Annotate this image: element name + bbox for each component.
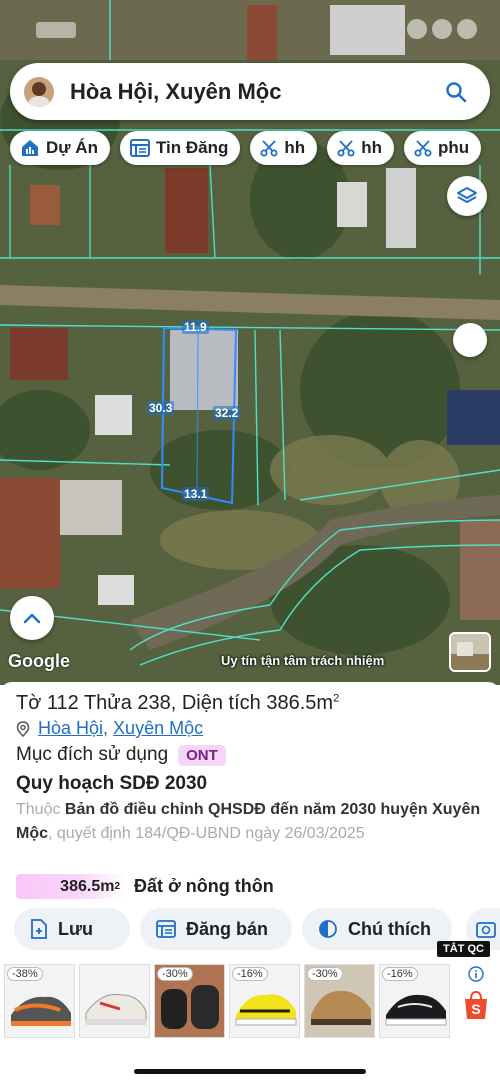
app-screen: 11.9 30.3 32.2 13.1 Hòa Hội, Xuyên Mộc D… bbox=[0, 0, 500, 1080]
ad-product[interactable]: -16% bbox=[379, 964, 450, 1038]
save-button[interactable]: Lưu bbox=[14, 908, 130, 950]
plot-dim-right: 32.2 bbox=[213, 406, 241, 420]
location-separator: , bbox=[103, 718, 114, 738]
avatar[interactable] bbox=[24, 76, 54, 107]
post-sale-label: Đăng bán bbox=[186, 918, 269, 939]
chip-tin-dang[interactable]: Tin Đăng bbox=[119, 131, 241, 165]
layers-icon bbox=[457, 187, 477, 203]
status-icon-1 bbox=[407, 19, 427, 39]
chip-label: Dự Án bbox=[46, 138, 98, 157]
ad-product[interactable]: -30% bbox=[154, 964, 225, 1038]
land-type-label: Đất ở nông thôn bbox=[134, 876, 274, 896]
save-label: Lưu bbox=[58, 918, 94, 939]
purpose-label: Mục đích sử dụng bbox=[16, 744, 169, 765]
plan-description: Thuộc Bản đồ điều chỉnh QHSDĐ đến năm 20… bbox=[16, 798, 486, 846]
chip-label: hh bbox=[361, 138, 382, 157]
chevron-up-icon bbox=[23, 613, 41, 624]
area-unit-sup: 2 bbox=[114, 881, 120, 892]
filter-chips: Dự Án Tin Đăng hh hh phu bbox=[10, 131, 482, 165]
expand-up-button[interactable] bbox=[10, 596, 54, 640]
listing-icon bbox=[156, 920, 176, 938]
commune-link[interactable]: Hòa Hội bbox=[38, 718, 103, 739]
plot-dim-top: 11.9 bbox=[182, 320, 209, 334]
land-use-purpose: Mục đích sử dụng ONT bbox=[16, 744, 226, 766]
discount-badge: -30% bbox=[307, 967, 343, 981]
ad-shop-logo[interactable]: S bbox=[452, 964, 500, 1038]
purpose-code-badge: ONT bbox=[178, 744, 226, 766]
discount-badge: -16% bbox=[232, 967, 268, 981]
search-bar[interactable]: Hòa Hội, Xuyên Mộc bbox=[10, 63, 490, 120]
chip-hh-2[interactable]: hh bbox=[327, 131, 394, 165]
action-buttons: Lưu Đăng bán Chú thích bbox=[14, 908, 452, 950]
satellite-map[interactable]: 11.9 30.3 32.2 13.1 Hòa Hội, Xuyên Mộc D… bbox=[0, 0, 500, 685]
save-add-icon bbox=[31, 919, 47, 939]
turn-off-ads-button[interactable]: TẮT QC bbox=[437, 941, 490, 957]
plot-dim-left: 30.3 bbox=[147, 401, 175, 415]
district-link[interactable]: Xuyên Mộc bbox=[113, 718, 203, 739]
legend-button[interactable]: Chú thích bbox=[302, 908, 452, 950]
svg-text:S: S bbox=[471, 1001, 480, 1017]
camera-add-icon bbox=[476, 922, 496, 938]
search-location-text[interactable]: Hòa Hội, Xuyên Mộc bbox=[70, 79, 436, 105]
post-sale-button[interactable]: Đăng bán bbox=[140, 908, 292, 950]
home-chart-icon bbox=[22, 140, 38, 156]
parcel-info-panel: Tờ 112 Thửa 238, Diện tích 386.5m2 Hòa H… bbox=[0, 682, 500, 1080]
map-watermark: Uy tín tận tâm trách nhiệm bbox=[221, 653, 385, 668]
area-value: 386.5m bbox=[60, 877, 115, 895]
scissors-icon bbox=[260, 140, 278, 157]
discount-badge: -38% bbox=[7, 967, 43, 981]
legend-label: Chú thích bbox=[348, 918, 431, 939]
home-indicator[interactable] bbox=[134, 1069, 366, 1074]
google-logo: Google bbox=[8, 651, 70, 671]
chip-du-an[interactable]: Dự Án bbox=[10, 131, 110, 165]
parcel-location: Hòa Hội, Xuyên Mộc bbox=[16, 718, 203, 739]
chip-phu[interactable]: phu bbox=[403, 131, 482, 165]
ad-banner[interactable]: -38% -30% -16% -30% -16% bbox=[0, 964, 500, 1042]
status-icon-2 bbox=[432, 19, 452, 39]
ad-product[interactable]: -16% bbox=[229, 964, 300, 1038]
chip-label: hh bbox=[284, 138, 306, 157]
plot-dim-bottom: 13.1 bbox=[182, 487, 210, 501]
parcel-title: Tờ 112 Thửa 238, Diện tích 386.5m2 bbox=[16, 692, 339, 715]
ad-product[interactable] bbox=[79, 964, 150, 1038]
status-bar-icons bbox=[407, 19, 477, 39]
discount-badge: -16% bbox=[382, 967, 418, 981]
plan-title: Quy hoạch SDĐ 2030 bbox=[16, 773, 208, 794]
scissors-icon bbox=[414, 140, 432, 157]
location-pin-icon bbox=[16, 720, 30, 737]
shopee-bag-icon: S bbox=[465, 990, 487, 1019]
half-circle-icon bbox=[319, 920, 337, 938]
chip-label: phu bbox=[437, 138, 470, 157]
map-handle-button[interactable] bbox=[453, 323, 487, 357]
scissors-icon bbox=[337, 140, 355, 157]
chip-label: Tin Đăng bbox=[155, 138, 229, 157]
status-icon-3 bbox=[457, 19, 477, 39]
area-badge: 386.5m 2 bbox=[16, 874, 126, 899]
plan-decision: , quyết định 184/QĐ-UBND ngày 26/03/2025 bbox=[48, 825, 365, 842]
list-icon bbox=[129, 139, 150, 157]
ad-product[interactable]: -30% bbox=[304, 964, 375, 1038]
layers-button[interactable] bbox=[447, 176, 487, 216]
plan-desc-prefix: Thuộc bbox=[16, 801, 65, 818]
discount-badge: -30% bbox=[157, 967, 193, 981]
ad-product[interactable]: -38% bbox=[4, 964, 75, 1038]
info-icon bbox=[468, 966, 484, 982]
parcel-title-text: Tờ 112 Thửa 238, Diện tích 386.5m bbox=[16, 692, 334, 714]
parcel-title-unit-sup: 2 bbox=[333, 692, 340, 705]
search-icon[interactable] bbox=[436, 72, 476, 112]
street-view-thumbnail[interactable] bbox=[449, 632, 491, 672]
status-bar-left bbox=[36, 22, 76, 38]
land-area-row: 386.5m 2 Đất ở nông thôn bbox=[16, 874, 274, 899]
chip-hh-1[interactable]: hh bbox=[250, 131, 318, 165]
